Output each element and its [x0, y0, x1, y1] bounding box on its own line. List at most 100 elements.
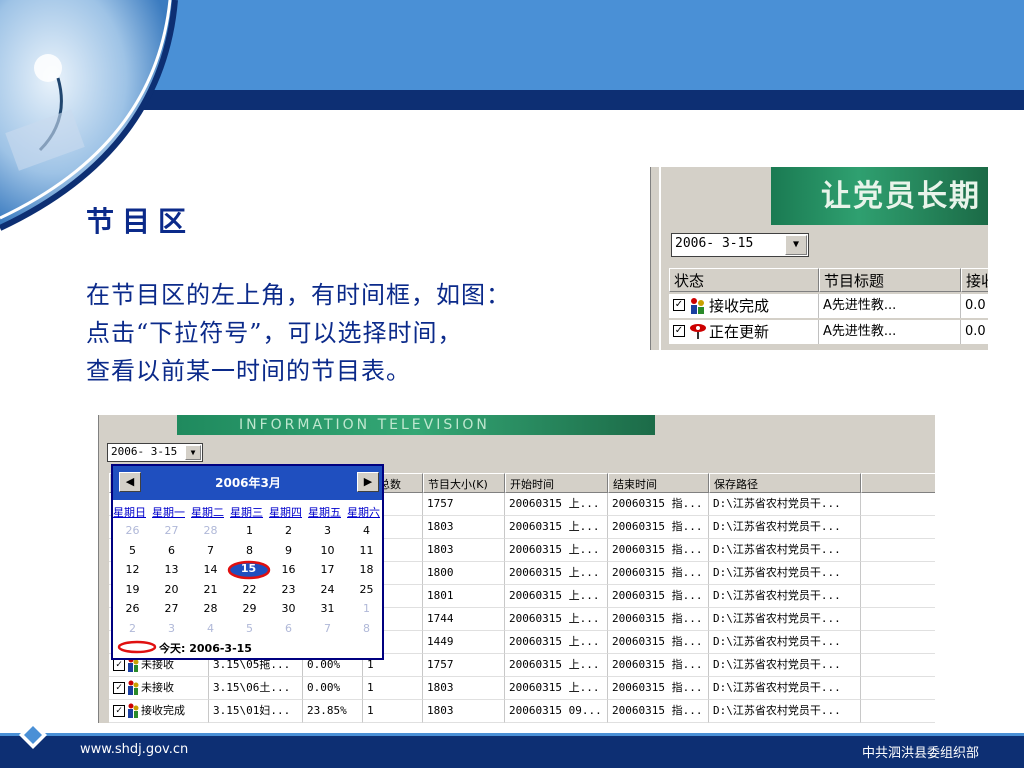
- row-save-path: D:\江苏省农村党员干...: [709, 608, 861, 631]
- calendar-day[interactable]: 14: [191, 563, 230, 576]
- chevron-down-icon[interactable]: ▼: [185, 445, 201, 460]
- calendar-day[interactable]: 26: [113, 602, 152, 615]
- calendar-day[interactable]: 23: [269, 583, 308, 596]
- calendar-day[interactable]: 17: [308, 563, 347, 576]
- row-title: 3.15\06土...: [209, 677, 303, 700]
- body-line-2: 点击“下拉符号”，可以选择时间，: [86, 319, 463, 347]
- date-select[interactable]: 2006- 3-15 ▼: [671, 233, 809, 257]
- column-title[interactable]: 节目标题: [819, 268, 961, 292]
- today-marker-icon: [117, 640, 157, 654]
- calendar-day[interactable]: 24: [308, 583, 347, 596]
- row-title: A先进性教...: [819, 320, 961, 344]
- row-save-path: D:\江苏省农村党员干...: [709, 677, 861, 700]
- table-row[interactable]: ✓ 接收完成 3.15\01妇... 23.85% 1 1803 20060315 09..…: [109, 700, 935, 723]
- calendar-day[interactable]: 5: [113, 544, 152, 557]
- column-progress[interactable]: 接收: [961, 268, 988, 292]
- calendar-day[interactable]: 19: [113, 583, 152, 596]
- column-start-time[interactable]: 开始时间: [505, 473, 608, 493]
- diamond-icon: [19, 721, 47, 749]
- calendar-day[interactable]: 29: [230, 602, 269, 615]
- calendar-day[interactable]: 18: [347, 563, 386, 576]
- calendar-weekday: 星期五: [308, 506, 341, 519]
- slide-body: 在节目区的左上角，有时间框，如图： 点击“下拉符号”，可以选择时间， 查看以前某…: [86, 276, 646, 390]
- calendar-popup[interactable]: ◀ 2006年3月 ▶ 星期日 星期一 星期二 星期三 星期四 星期五 星期六 26 27 28…: [111, 464, 384, 660]
- calendar-day[interactable]: 25: [347, 583, 386, 596]
- program-banner-text: INFORMATION TELEVISION: [239, 417, 490, 433]
- calendar-day[interactable]: 12: [113, 563, 152, 576]
- row-save-path: D:\江苏省农村党员干...: [709, 585, 861, 608]
- calendar-day[interactable]: 7: [191, 544, 230, 557]
- table-header: 状态 节目标题 接收: [669, 268, 988, 292]
- checkbox[interactable]: ✓: [113, 659, 125, 671]
- calendar-day[interactable]: 31: [308, 602, 347, 615]
- selected-day[interactable]: 15: [229, 562, 268, 575]
- row-end-time: 20060315 指...: [608, 585, 709, 608]
- row-start-time: 20060315 上...: [505, 493, 608, 516]
- triangle-right-icon[interactable]: ▶: [357, 472, 379, 492]
- body-line-1: 在节目区的左上角，有时间框，如图：: [86, 281, 511, 309]
- date-select-value: 2006- 3-15: [111, 445, 178, 458]
- calendar-day[interactable]: 27: [152, 602, 191, 615]
- calendar-day[interactable]: 27: [152, 524, 191, 537]
- calendar-day[interactable]: 28: [191, 524, 230, 537]
- row-end-time: 20060315 指...: [608, 562, 709, 585]
- calendar-day[interactable]: 1: [230, 524, 269, 537]
- table-row[interactable]: ✓ 接收完成 A先进性教... 0.0: [669, 294, 988, 318]
- calendar-day[interactable]: 11: [347, 544, 386, 557]
- calendar-day[interactable]: 28: [191, 602, 230, 615]
- checkbox[interactable]: ✓: [113, 705, 125, 717]
- calendar-day[interactable]: 16: [269, 563, 308, 576]
- row-progress: 0.00%: [303, 677, 363, 700]
- user-status-icon: [689, 297, 705, 315]
- calendar-day[interactable]: 9: [269, 544, 308, 557]
- row-count: 1: [363, 677, 423, 700]
- calendar-day[interactable]: 10: [308, 544, 347, 557]
- calendar-day[interactable]: 2: [113, 622, 152, 635]
- calendar-day[interactable]: 13: [152, 563, 191, 576]
- table-row[interactable]: ✓ 正在更新 A先进性教... 0.0: [669, 320, 988, 344]
- calendar-day[interactable]: 6: [269, 622, 308, 635]
- column-end-time[interactable]: 结束时间: [608, 473, 709, 493]
- calendar-day[interactable]: 8: [347, 622, 386, 635]
- user-status-icon: [127, 703, 139, 719]
- calendar-day[interactable]: 1: [347, 602, 386, 615]
- row-save-path: D:\江苏省农村党员干...: [709, 516, 861, 539]
- footer-organization: 中共泗洪县委组织部: [861, 746, 979, 761]
- chevron-down-icon[interactable]: ▼: [785, 235, 807, 255]
- calendar-day[interactable]: 20: [152, 583, 191, 596]
- column-size[interactable]: 节目大小(K): [423, 473, 505, 493]
- calendar-day[interactable]: 6: [152, 544, 191, 557]
- row-start-time: 20060315 上...: [505, 585, 608, 608]
- row-save-path: D:\江苏省农村党员干...: [709, 562, 861, 585]
- calendar-day[interactable]: 8: [230, 544, 269, 557]
- calendar-day[interactable]: 30: [269, 602, 308, 615]
- triangle-left-icon[interactable]: ◀: [119, 472, 141, 492]
- checkbox[interactable]: ✓: [673, 325, 685, 337]
- column-status[interactable]: 状态: [669, 268, 819, 292]
- checkbox[interactable]: ✓: [113, 682, 125, 694]
- calendar-today-label[interactable]: 今天: 2006-3-15: [159, 640, 252, 656]
- row-size: 1449: [423, 631, 505, 654]
- date-select[interactable]: 2006- 3-15 ▼: [107, 443, 203, 462]
- row-start-time: 20060315 上...: [505, 631, 608, 654]
- calendar-day[interactable]: 7: [308, 622, 347, 635]
- calendar-day[interactable]: 5: [230, 622, 269, 635]
- screenshot-date-box: 让党员长期 2006- 3-15 ▼ 状态 节目标题 接收 ✓ 接收完成 A先进…: [650, 167, 988, 350]
- row-save-path: D:\江苏省农村党员干...: [709, 493, 861, 516]
- calendar-day[interactable]: 3: [152, 622, 191, 635]
- calendar-day[interactable]: 4: [347, 524, 386, 537]
- table-row[interactable]: ✓ 未接收 3.15\06土... 0.00% 1 1803 20060315 上... 20…: [109, 677, 935, 700]
- calendar-day[interactable]: 26: [113, 524, 152, 537]
- calendar-day[interactable]: 3: [308, 524, 347, 537]
- checkbox[interactable]: ✓: [673, 299, 685, 311]
- row-end-time: 20060315 指...: [608, 608, 709, 631]
- calendar-weekday: 星期一: [152, 506, 185, 519]
- updating-icon: [689, 322, 707, 340]
- calendar-day[interactable]: 2: [269, 524, 308, 537]
- calendar-day[interactable]: 22: [230, 583, 269, 596]
- calendar-day[interactable]: 4: [191, 622, 230, 635]
- column-save-path[interactable]: 保存路径: [709, 473, 861, 493]
- row-status: 正在更新: [709, 323, 770, 341]
- user-status-icon: [127, 680, 139, 696]
- calendar-day[interactable]: 21: [191, 583, 230, 596]
